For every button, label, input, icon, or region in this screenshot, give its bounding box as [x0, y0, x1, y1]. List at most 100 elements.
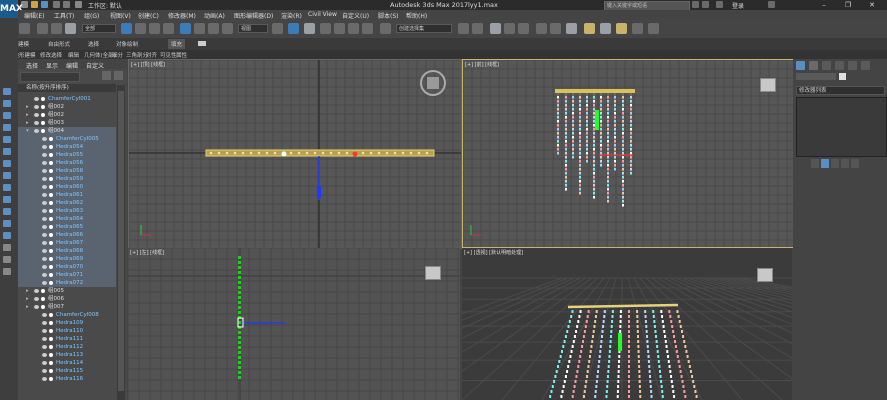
hierarchy-tab-icon[interactable] — [822, 61, 831, 70]
ribbon-tab-selection[interactable]: 选择 — [88, 40, 99, 48]
freeze-dot-icon[interactable] — [41, 297, 45, 301]
freeze-dot-icon[interactable] — [49, 217, 53, 221]
visibility-eye-icon[interactable] — [42, 377, 47, 381]
group-row[interactable]: ▸ 组005 — [18, 287, 116, 295]
object-row[interactable]: Hedra112 — [18, 343, 116, 351]
expand-icon[interactable]: ▸ — [26, 303, 29, 311]
visibility-eye-icon[interactable] — [42, 185, 47, 189]
visibility-eye-icon[interactable] — [42, 177, 47, 181]
modify-tab-icon[interactable] — [809, 61, 818, 70]
visibility-eye-icon[interactable] — [42, 337, 47, 341]
viewport-top[interactable]: [+] [顶] [线框] — [128, 59, 462, 249]
motion-tab-icon[interactable] — [835, 61, 844, 70]
visibility-eye-icon[interactable] — [42, 201, 47, 205]
freeze-dot-icon[interactable] — [49, 265, 53, 269]
rendered-frame-window-icon[interactable] — [600, 23, 611, 34]
viewcube-icon[interactable] — [760, 78, 776, 92]
object-row[interactable]: Hedra065 — [18, 223, 116, 231]
viewport-label-persp[interactable]: [+] [透视] [默认明暗处理] — [464, 249, 523, 256]
visibility-eye-icon[interactable] — [42, 233, 47, 237]
pivot-center-icon[interactable] — [272, 23, 283, 34]
freeze-dot-icon[interactable] — [49, 241, 53, 245]
display-containers-icon[interactable] — [3, 220, 11, 227]
object-row[interactable]: Hedra054 — [18, 143, 116, 151]
menu-tools[interactable]: 工具(T) — [54, 11, 74, 20]
freeze-dot-icon[interactable] — [49, 169, 53, 173]
freeze-dot-icon[interactable] — [41, 305, 45, 309]
menu-scripting[interactable]: 脚本(S) — [378, 11, 399, 20]
expand-icon[interactable]: ▸ — [26, 119, 29, 127]
a360-gallery-icon[interactable] — [648, 23, 659, 34]
group-row[interactable]: ▸ 组002 — [18, 103, 116, 111]
named-selection-set-dropdown[interactable]: 创建选择集 — [396, 24, 452, 33]
ribbon-item-subdivision[interactable]: 细分 — [112, 51, 123, 59]
display-all-icon[interactable] — [3, 100, 11, 107]
freeze-dot-icon[interactable] — [49, 337, 53, 341]
object-row[interactable]: Hedra111 — [18, 335, 116, 343]
freeze-dot-icon[interactable] — [49, 177, 53, 181]
select-manipulate-icon[interactable] — [288, 23, 299, 34]
close-button[interactable]: ✕ — [863, 0, 881, 10]
chandelier-bar-top[interactable] — [205, 149, 435, 157]
selected-bead[interactable] — [281, 151, 287, 157]
visibility-eye-icon[interactable] — [42, 153, 47, 157]
display-xrefs-icon[interactable] — [3, 196, 11, 203]
freeze-dot-icon[interactable] — [49, 369, 53, 373]
freeze-dot-icon[interactable] — [49, 321, 53, 325]
bind-space-warp-icon[interactable] — [65, 23, 76, 34]
help-icon[interactable] — [768, 1, 775, 8]
freeze-dot-icon[interactable] — [49, 281, 53, 285]
menu-customize[interactable]: 自定义(U) — [342, 11, 369, 20]
unlink-icon[interactable] — [51, 23, 62, 34]
user-icon[interactable] — [716, 1, 723, 8]
redo-icon[interactable] — [19, 23, 30, 34]
display-lights-icon[interactable] — [3, 136, 11, 143]
freeze-dot-icon[interactable] — [49, 209, 53, 213]
object-row[interactable]: Hedra055 — [18, 151, 116, 159]
freeze-dot-icon[interactable] — [49, 185, 53, 189]
display-helpers-icon[interactable] — [3, 160, 11, 167]
freeze-dot-icon[interactable] — [49, 145, 53, 149]
edit-named-selection-icon[interactable] — [380, 23, 391, 34]
move-icon[interactable] — [180, 23, 191, 34]
ribbon-item-modify-selection[interactable]: 修改选择 — [40, 51, 62, 59]
visibility-eye-icon[interactable] — [42, 369, 47, 373]
ribbon-tab-freeform[interactable]: 自由形式 — [48, 40, 70, 48]
keyboard-shortcut-override-icon[interactable] — [304, 23, 315, 34]
visibility-eye-icon[interactable] — [42, 193, 47, 197]
pin-stack-icon[interactable] — [811, 159, 819, 168]
display-hidden-icon[interactable] — [3, 244, 11, 251]
display-geometry-icon[interactable] — [3, 112, 11, 119]
toggle-scene-explorer-icon[interactable] — [504, 23, 515, 34]
menu-animation[interactable]: 动画(A) — [204, 11, 225, 20]
freeze-dot-icon[interactable] — [49, 273, 53, 277]
percent-snap-icon[interactable] — [348, 23, 359, 34]
pivot-point[interactable] — [352, 151, 358, 157]
expand-icon[interactable]: ▾ — [26, 127, 29, 135]
toggle-ribbon-icon[interactable] — [518, 23, 529, 34]
ribbon-tab-modeling[interactable]: 建模 — [18, 40, 29, 48]
configure-modifier-sets-icon[interactable] — [851, 159, 859, 168]
visibility-eye-icon[interactable] — [42, 225, 47, 229]
visibility-eye-icon[interactable] — [42, 209, 47, 213]
scene-search-input[interactable] — [20, 72, 80, 82]
freeze-dot-icon[interactable] — [49, 313, 53, 317]
reference-coordinate-dropdown[interactable]: 视图 — [238, 24, 268, 33]
undo-icon[interactable] — [53, 1, 60, 8]
object-row[interactable]: Hedra114 — [18, 359, 116, 367]
object-row[interactable]: Hedra063 — [18, 207, 116, 215]
render-production-icon[interactable] — [616, 23, 627, 34]
group-row[interactable]: ▸ 组003 — [18, 119, 116, 127]
viewcube-icon[interactable] — [420, 70, 446, 96]
binoculars-icon[interactable] — [692, 1, 699, 8]
login-link[interactable]: 登录 — [732, 1, 744, 10]
display-space-warps-icon[interactable] — [3, 172, 11, 179]
expand-icon[interactable]: ▸ — [26, 111, 29, 119]
visibility-eye-icon[interactable] — [42, 169, 47, 173]
rectangular-selection-icon[interactable] — [149, 23, 160, 34]
object-row[interactable]: ChamferCyl005 — [18, 135, 116, 143]
viewcube-icon[interactable] — [757, 268, 773, 282]
star-icon[interactable] — [702, 1, 709, 8]
menu-edit[interactable]: 编辑 — [66, 61, 78, 70]
select-by-name-icon[interactable] — [135, 23, 146, 34]
